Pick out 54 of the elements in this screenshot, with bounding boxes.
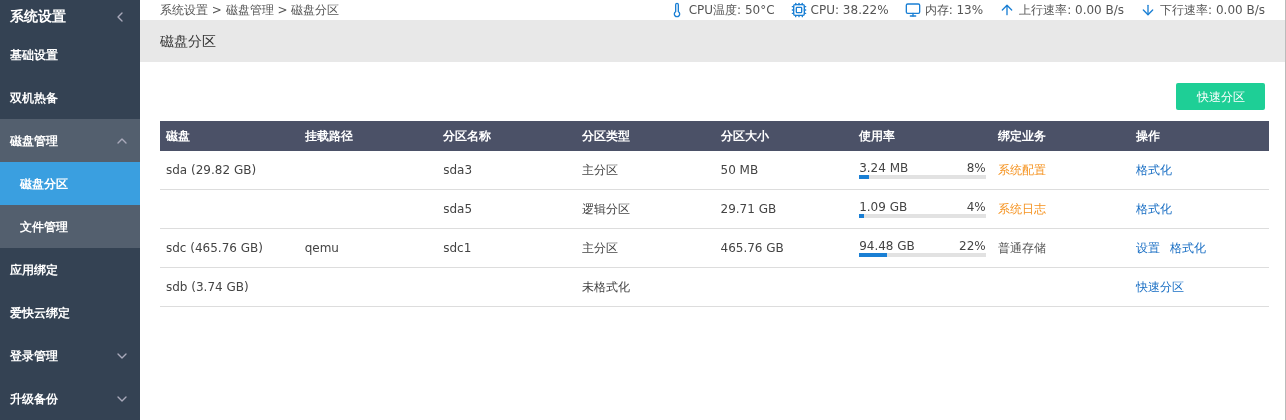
monitor-icon: [904, 2, 921, 18]
page-title: 磁盘分区: [160, 31, 216, 51]
type-cell-text: 主分区: [581, 240, 618, 257]
status-text: CPU温度: 50°C: [688, 2, 775, 19]
sidebar-subitem[interactable]: 文件管理: [0, 205, 140, 248]
status-text: CPU: 38.22%: [810, 2, 889, 19]
action-link[interactable]: 格式化: [1136, 161, 1173, 179]
usage-percent: 4%: [966, 200, 986, 214]
action-link[interactable]: 格式化: [1170, 239, 1207, 257]
disk-cell-text: sdb (3.74 GB): [166, 279, 249, 296]
column-header: 挂载路径: [304, 128, 353, 145]
type-cell-text: 未格式化: [581, 279, 630, 296]
binding-label: 系统日志: [997, 201, 1046, 218]
column-header: 分区类型: [581, 128, 630, 145]
column-header: 操作: [1136, 128, 1161, 145]
binding-label: 系统配置: [997, 162, 1046, 179]
action-link[interactable]: 格式化: [1136, 200, 1173, 218]
used-amount: 94.48 GB: [859, 239, 915, 253]
column-header: 绑定业务: [997, 128, 1046, 145]
mount-cell-text: qemu: [304, 240, 339, 257]
sidebar-item[interactable]: 应用绑定: [0, 248, 140, 291]
chip-icon: [790, 2, 807, 18]
partition-cell-text: sdc1: [443, 240, 472, 257]
type-cell-text: 逻辑分区: [581, 201, 630, 218]
sidebar-item[interactable]: 爱快云绑定: [0, 291, 140, 334]
column-header: 分区名称: [443, 128, 492, 145]
breadcrumb: 系统设置 > 磁盘管理 > 磁盘分区: [160, 2, 340, 19]
column-header: 使用率: [859, 128, 896, 145]
sidebar-item[interactable]: 双机热备: [0, 76, 140, 119]
status-text: 上行速率: 0.00 B/s: [1019, 2, 1125, 19]
action-link[interactable]: 设置: [1136, 239, 1161, 257]
binding-label: 普通存储: [997, 240, 1046, 257]
size-cell-text: 29.71 GB: [720, 201, 777, 218]
used-amount: 1.09 GB: [859, 200, 908, 214]
sidebar-item[interactable]: 登录管理: [0, 334, 140, 377]
partition-cell-text: sda5: [443, 201, 473, 218]
column-header: 磁盘: [166, 128, 190, 145]
sidebar-item[interactable]: 磁盘管理: [0, 119, 140, 162]
usage-percent: 8%: [966, 161, 986, 175]
disk-cell-text: sdc (465.76 GB): [166, 240, 263, 257]
disk-cell-text: sda (29.82 GB): [166, 162, 257, 179]
usage-percent: 22%: [959, 239, 986, 253]
sidebar-title: 系统设置: [10, 7, 66, 26]
column-header: 分区大小: [720, 128, 769, 145]
status-text: 下行速率: 0.00 B/s: [1160, 2, 1265, 19]
used-amount: 3.24 MB: [859, 161, 909, 175]
action-link[interactable]: 快速分区: [1136, 278, 1185, 296]
partition-cell-text: sda3: [443, 162, 473, 179]
sidebar-item[interactable]: 基础设置: [0, 33, 140, 76]
sidebar-item[interactable]: 升级备份: [0, 377, 140, 420]
status-text: 内存: 13%: [924, 2, 984, 19]
type-cell-text: 主分区: [581, 162, 618, 179]
size-cell-text: 465.76 GB: [720, 240, 784, 257]
size-cell-text: 50 MB: [720, 162, 759, 179]
